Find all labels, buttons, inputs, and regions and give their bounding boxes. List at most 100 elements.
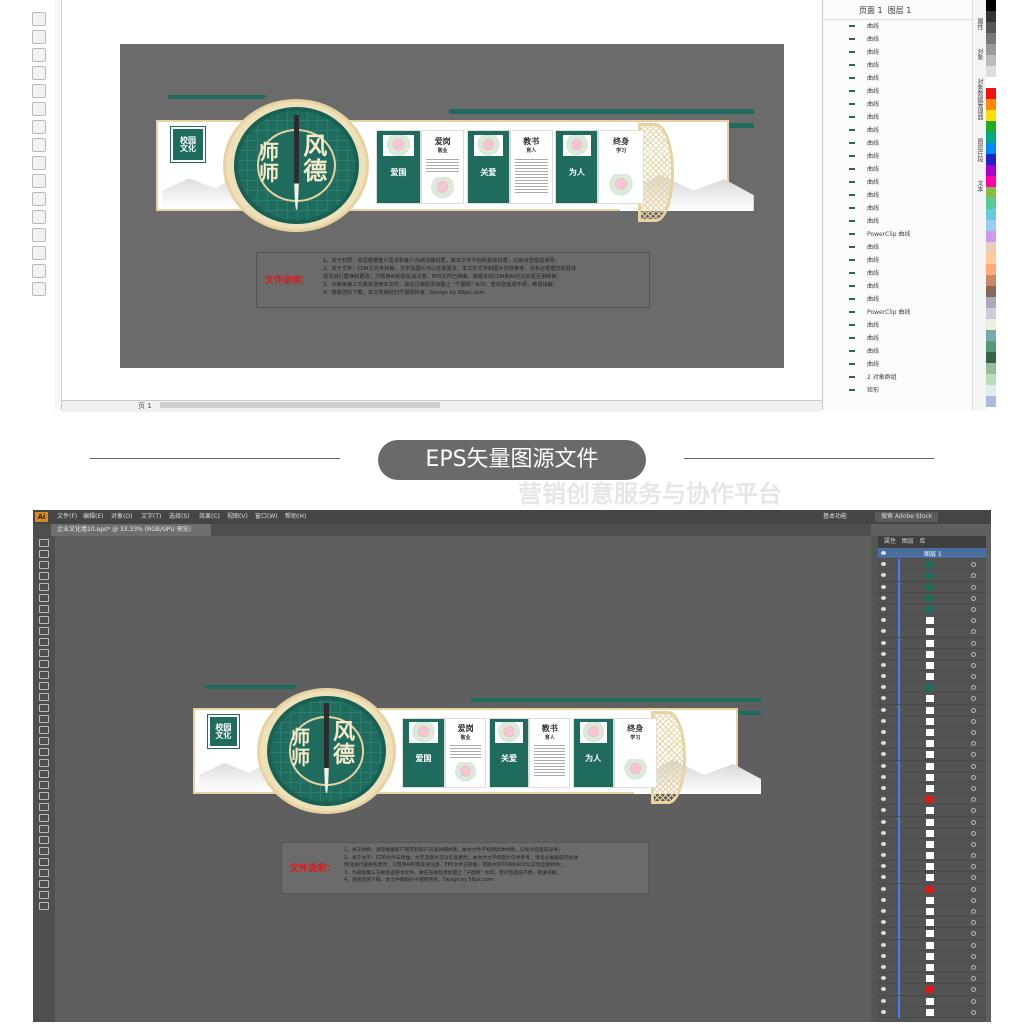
color-swatch[interactable] bbox=[986, 242, 996, 253]
object-row[interactable]: 曲线 bbox=[823, 111, 972, 124]
target-circle-icon[interactable] bbox=[971, 595, 976, 601]
visibility-eye-icon[interactable] bbox=[881, 909, 886, 913]
sublayer-row[interactable] bbox=[878, 995, 986, 1007]
tool-icon[interactable] bbox=[39, 539, 49, 547]
color-swatch[interactable] bbox=[986, 209, 996, 220]
zoom-tool-icon[interactable] bbox=[32, 66, 46, 80]
target-circle-icon[interactable] bbox=[971, 718, 976, 724]
sublayer-row[interactable] bbox=[878, 559, 986, 571]
target-circle-icon[interactable] bbox=[971, 606, 976, 612]
color-swatch[interactable] bbox=[986, 198, 996, 209]
object-row[interactable]: 曲线 bbox=[823, 293, 972, 306]
sublayer-row[interactable] bbox=[878, 693, 986, 705]
connector-tool-icon[interactable] bbox=[32, 210, 46, 224]
sublayer-row[interactable] bbox=[878, 727, 986, 739]
docker-tab[interactable]: 对象 bbox=[975, 48, 984, 60]
target-circle-icon[interactable] bbox=[971, 942, 976, 948]
color-swatch[interactable] bbox=[986, 286, 996, 297]
page-artboard[interactable]: 校园 文化 师 师 风 德 爱国 爱岗 敬业 关爱 教书 育人 为人 终身 学习 文件… bbox=[120, 44, 784, 368]
tool-icon[interactable] bbox=[39, 660, 49, 668]
sublayer-row[interactable] bbox=[878, 771, 986, 783]
tool-icon[interactable] bbox=[39, 858, 49, 866]
object-row[interactable]: 曲线 bbox=[823, 137, 972, 150]
document-tab[interactable]: 企业文化墙10.eps* @ 33.33% (RGB/GPU 预览) bbox=[51, 524, 211, 536]
page-tab[interactable]: 页 1 bbox=[138, 402, 152, 410]
ai-canvas[interactable]: 校园 文化 师 师 风 德 爱国 爱岗 敬业 关爱 教书 育人 为人 终身 学习 文件… bbox=[55, 536, 871, 1022]
visibility-eye-icon[interactable] bbox=[881, 808, 886, 813]
visibility-eye-icon[interactable] bbox=[881, 953, 886, 958]
parallel-dimension-icon[interactable] bbox=[32, 192, 46, 206]
tool-icon[interactable] bbox=[39, 638, 49, 646]
target-circle-icon[interactable] bbox=[971, 584, 976, 590]
color-swatch[interactable] bbox=[986, 33, 996, 44]
rectangle-tool-icon[interactable] bbox=[32, 120, 46, 134]
sublayer-row[interactable] bbox=[878, 648, 986, 660]
target-circle-icon[interactable] bbox=[971, 618, 976, 624]
sublayer-row[interactable] bbox=[878, 749, 986, 761]
object-row[interactable]: 曲线 bbox=[823, 358, 972, 371]
sublayer-row[interactable] bbox=[878, 738, 986, 750]
target-circle-icon[interactable] bbox=[971, 785, 976, 791]
artistic-media-icon[interactable] bbox=[32, 102, 46, 116]
object-row[interactable]: PowerClip 曲线 bbox=[823, 306, 972, 319]
visibility-eye-icon[interactable] bbox=[881, 551, 886, 555]
tool-icon[interactable] bbox=[39, 825, 49, 833]
stock-search[interactable]: 搜索 Adobe Stock bbox=[875, 512, 939, 522]
visibility-eye-icon[interactable] bbox=[881, 752, 886, 757]
sublayer-row[interactable] bbox=[878, 906, 986, 918]
sublayer-row[interactable] bbox=[878, 861, 986, 873]
sublayer-row[interactable] bbox=[878, 939, 986, 951]
target-circle-icon[interactable] bbox=[971, 864, 976, 870]
tool-icon[interactable] bbox=[39, 759, 49, 767]
target-circle-icon[interactable] bbox=[971, 1009, 976, 1015]
target-circle-icon[interactable] bbox=[971, 953, 976, 959]
tool-icon[interactable] bbox=[39, 726, 49, 734]
visibility-eye-icon[interactable] bbox=[881, 830, 886, 835]
menu-help[interactable]: 帮助(H) bbox=[285, 510, 306, 524]
color-swatch[interactable] bbox=[986, 220, 996, 231]
visibility-eye-icon[interactable] bbox=[881, 718, 886, 723]
color-swatch[interactable] bbox=[986, 374, 996, 385]
sublayer-row[interactable] bbox=[878, 659, 986, 672]
target-circle-icon[interactable] bbox=[971, 897, 976, 903]
docker-tab[interactable]: 图层片段 bbox=[975, 138, 984, 162]
color-swatch[interactable] bbox=[986, 187, 996, 198]
object-row[interactable]: 曲线 bbox=[823, 176, 972, 189]
color-swatch[interactable] bbox=[986, 352, 996, 363]
color-swatch[interactable] bbox=[986, 88, 996, 99]
color-swatch[interactable] bbox=[986, 110, 996, 121]
tool-icon[interactable] bbox=[39, 880, 49, 888]
color-swatch[interactable] bbox=[986, 22, 996, 33]
visibility-eye-icon[interactable] bbox=[881, 707, 886, 712]
tool-icon[interactable] bbox=[39, 781, 49, 789]
color-swatch[interactable] bbox=[986, 363, 996, 374]
sublayer-row[interactable] bbox=[878, 838, 986, 851]
fill-tool-icon[interactable] bbox=[32, 282, 46, 296]
sublayer-row[interactable] bbox=[878, 950, 986, 962]
tool-icon[interactable] bbox=[39, 704, 49, 712]
color-palette[interactable] bbox=[986, 0, 996, 410]
color-swatch[interactable] bbox=[986, 330, 996, 341]
visibility-eye-icon[interactable] bbox=[881, 584, 886, 589]
tool-icon[interactable] bbox=[39, 715, 49, 723]
visibility-eye-icon[interactable] bbox=[881, 662, 886, 667]
tool-icon[interactable] bbox=[39, 847, 49, 855]
sublayer-row[interactable] bbox=[878, 637, 986, 649]
object-row[interactable]: 曲线 bbox=[823, 332, 972, 345]
sublayer-row[interactable] bbox=[878, 794, 986, 806]
tool-icon[interactable] bbox=[39, 693, 49, 701]
sublayer-row[interactable] bbox=[878, 570, 986, 582]
target-circle-icon[interactable] bbox=[971, 696, 976, 702]
tool-icon[interactable] bbox=[39, 814, 49, 822]
tool-icon[interactable] bbox=[39, 682, 49, 690]
target-circle-icon[interactable] bbox=[971, 752, 976, 758]
color-swatch[interactable] bbox=[986, 176, 996, 187]
target-circle-icon[interactable] bbox=[971, 853, 976, 859]
menu-type[interactable]: 文字(T) bbox=[141, 510, 161, 524]
tool-icon[interactable] bbox=[39, 770, 49, 778]
visibility-eye-icon[interactable] bbox=[881, 1009, 886, 1014]
sublayer-row[interactable] bbox=[878, 603, 986, 616]
visibility-eye-icon[interactable] bbox=[881, 875, 886, 880]
visibility-eye-icon[interactable] bbox=[881, 573, 886, 578]
color-swatch[interactable] bbox=[986, 275, 996, 286]
